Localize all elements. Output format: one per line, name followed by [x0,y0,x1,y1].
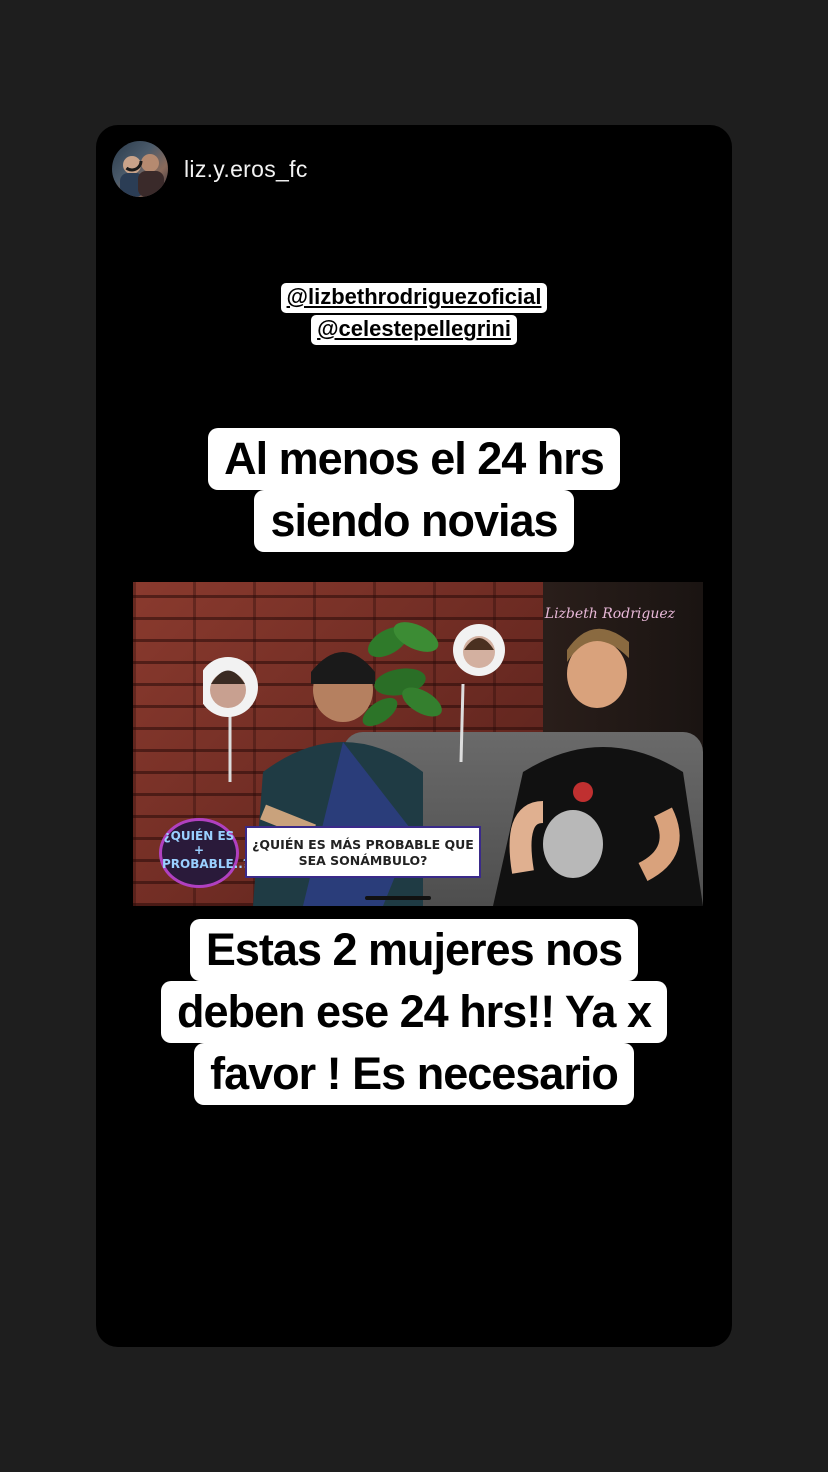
caption-top-line: siendo novias [254,490,574,552]
mentions: @lizbethrodriguezoficial @celestepellegr… [96,283,732,347]
caption-bottom-line: favor ! Es necesario [194,1043,634,1105]
profile-avatar-icon[interactable] [112,141,168,197]
caption-bottom-line: Estas 2 mujeres nos [189,919,639,981]
show-logo: ¿QUIÉN ES + PROBABLE..? [159,818,250,888]
mention-celeste[interactable]: @celestepellegrini [311,315,517,345]
caption-top-line: Al menos el 24 hrs [208,428,620,490]
embedded-video-frame[interactable]: Lizbeth Rodriguez ¿QUIÉN ES + PROBABLE..… [133,582,703,906]
caption-bottom: Estas 2 mujeres nos deben ese 24 hrs!! Y… [96,919,732,1105]
mention-lizbeth[interactable]: @lizbethrodriguezoficial [280,283,548,313]
caption-top: Al menos el 24 hrs siendo novias [96,428,732,552]
video-watermark: Lizbeth Rodriguez [544,606,675,622]
video-scrub-handle[interactable] [365,896,431,900]
username[interactable]: liz.y.eros_fc [184,156,308,183]
video-question-banner: ¿QUIÉN ES MÁS PROBABLE QUE SEA SONÁMBULO… [245,826,481,878]
story-header: liz.y.eros_fc [112,141,308,197]
caption-bottom-line: deben ese 24 hrs!! Ya x [161,981,667,1043]
story-card[interactable]: liz.y.eros_fc @lizbethrodriguezoficial @… [96,125,732,1347]
